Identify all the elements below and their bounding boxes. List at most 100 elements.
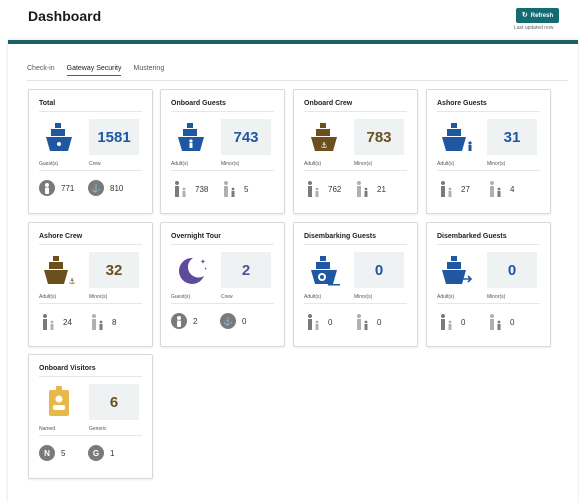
right-caption: Minor(s) <box>354 161 373 167</box>
divider <box>171 303 274 304</box>
tab-gateway-security[interactable]: Gateway Security <box>66 65 122 76</box>
count-value: 0 <box>354 252 404 288</box>
stat-value: 8 <box>112 317 117 327</box>
right-caption: Generic <box>89 426 107 432</box>
adult-child-icon <box>304 180 322 198</box>
card-total: Total 1581 Guest(s) Crew 771 ⚓ 810 <box>28 89 153 214</box>
adult-stat: 27 <box>437 180 470 198</box>
refresh-label: Refresh <box>530 12 554 19</box>
child-adult-icon <box>220 180 238 198</box>
minor-stat: 21 <box>353 180 386 198</box>
count-value: 783 <box>354 119 404 155</box>
divider <box>437 111 540 112</box>
generic-stat: G 1 <box>88 445 114 461</box>
divider <box>304 170 407 171</box>
count-value: 2 <box>221 252 271 288</box>
divider <box>39 435 142 436</box>
person-icon <box>171 313 187 329</box>
child-adult-icon <box>486 180 504 198</box>
minor-stat: 0 <box>486 313 514 331</box>
last-updated-text: Last updated now <box>514 25 554 31</box>
left-caption: Adult(s) <box>437 161 455 167</box>
card-ashore-crew: Ashore Crew ⚓ 32 Adult(s) Minor(s) 24 8 <box>28 222 153 347</box>
adult-child-icon <box>437 180 455 198</box>
right-caption: Crew <box>221 294 233 300</box>
minor-stat: 0 <box>353 313 381 331</box>
left-caption: Adult(s) <box>437 294 455 300</box>
stat-value: 24 <box>63 317 72 327</box>
anchor-icon: ⚓ <box>220 313 236 329</box>
tab-bar: Check-in Gateway Security Mustering <box>27 65 164 76</box>
tabs-divider <box>27 80 568 81</box>
adult-child-icon <box>171 180 189 198</box>
refresh-button[interactable]: ↻ Refresh <box>516 8 559 23</box>
ship-disembarked-icon <box>439 252 475 288</box>
ship-guest-icon <box>173 119 209 155</box>
stat-value: 5 <box>244 184 249 194</box>
count-value: 1581 <box>89 119 139 155</box>
card-title: Ashore Crew <box>39 233 83 240</box>
tab-mustering[interactable]: Mustering <box>133 65 164 76</box>
left-caption: Adult(s) <box>39 294 57 300</box>
card-onboard-crew: Onboard Crew ⚓ 783 Adult(s) Minor(s) 762… <box>293 89 418 214</box>
stat-value: 4 <box>510 184 515 194</box>
stat-value: 771 <box>61 183 75 193</box>
adult-stat: 24 <box>39 313 72 331</box>
card-title: Overnight Tour <box>171 233 222 240</box>
dashboard-panel: Check-in Gateway Security Mustering Tota… <box>8 40 578 503</box>
adult-child-icon <box>437 313 455 331</box>
divider <box>437 244 540 245</box>
stat-value: 5 <box>61 448 66 458</box>
stat-value: 762 <box>328 184 342 194</box>
moon-icon: ✦ ✦ <box>173 252 209 288</box>
divider <box>304 111 407 112</box>
child-adult-icon <box>353 180 371 198</box>
visitor-badge-icon <box>41 384 77 420</box>
person-icon <box>39 180 55 196</box>
stat-value: 0 <box>510 317 515 327</box>
left-caption: Adult(s) <box>304 294 322 300</box>
left-caption: Adult(s) <box>304 161 322 167</box>
ship-icon <box>41 119 77 155</box>
stat-value: 21 <box>377 184 386 194</box>
child-adult-icon <box>353 313 371 331</box>
named-stat: N 5 <box>39 445 65 461</box>
card-title: Ashore Guests <box>437 100 487 107</box>
divider <box>437 303 540 304</box>
card-overnight-tour: Overnight Tour ✦ ✦ 2 Guest(s) Crew 2 ⚓ 0 <box>160 222 285 347</box>
minor-stat: 4 <box>486 180 514 198</box>
crew-stat: ⚓ 810 <box>88 180 123 196</box>
count-value: 0 <box>487 252 537 288</box>
card-disembarked-guests: Disembarked Guests 0 Adult(s) Minor(s) 0… <box>426 222 551 347</box>
stat-value: 810 <box>110 183 124 193</box>
generic-badge-icon: G <box>88 445 104 461</box>
count-value: 6 <box>89 384 139 420</box>
stat-value: 0 <box>461 317 466 327</box>
tab-check-in[interactable]: Check-in <box>27 65 55 76</box>
svg-text:✦: ✦ <box>200 258 206 266</box>
left-caption: Guest(s) <box>171 294 191 300</box>
crew-stat: ⚓ 0 <box>220 313 246 329</box>
divider <box>39 244 142 245</box>
card-title: Onboard Guests <box>171 100 226 107</box>
divider <box>39 376 142 377</box>
stat-value: 0 <box>328 317 333 327</box>
card-title: Onboard Visitors <box>39 365 96 372</box>
refresh-icon: ↻ <box>521 12 528 19</box>
divider <box>39 111 142 112</box>
ship-disembarking-icon <box>306 252 342 288</box>
adult-stat: 738 <box>171 180 208 198</box>
left-caption: Adult(s) <box>171 161 189 167</box>
divider <box>304 244 407 245</box>
divider <box>39 170 142 171</box>
child-adult-icon <box>88 313 106 331</box>
stat-value: 2 <box>193 316 198 326</box>
named-badge-icon: N <box>39 445 55 461</box>
count-value: 32 <box>89 252 139 288</box>
left-caption: Guest(s) <box>39 161 59 167</box>
card-title: Onboard Crew <box>304 100 353 107</box>
svg-text:✦: ✦ <box>204 266 208 271</box>
right-caption: Minor(s) <box>487 161 506 167</box>
anchor-icon: ⚓ <box>88 180 104 196</box>
count-value: 743 <box>221 119 271 155</box>
